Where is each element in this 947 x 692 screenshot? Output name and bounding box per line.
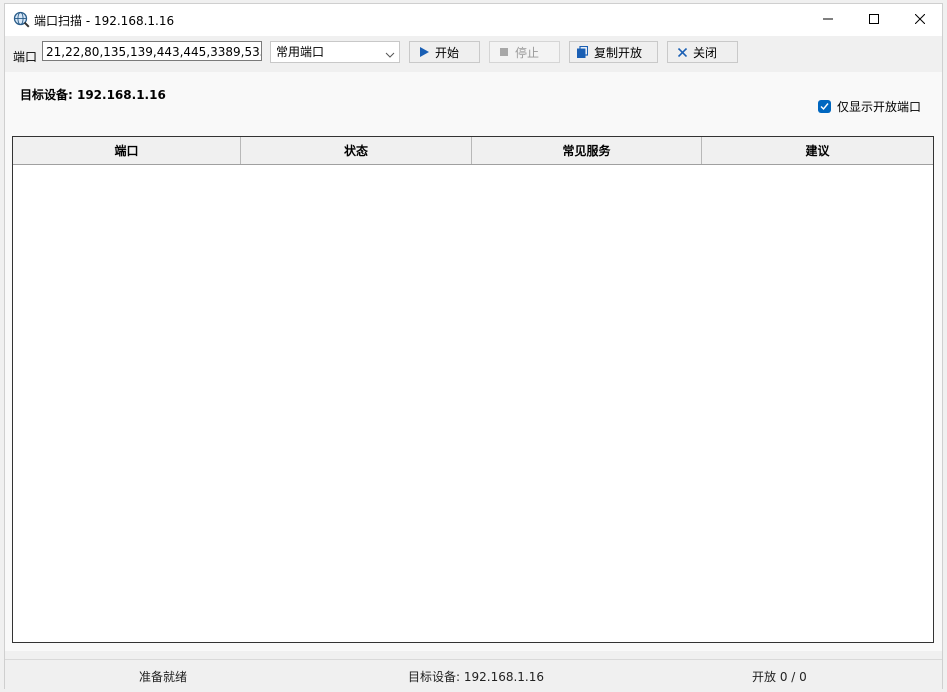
column-header-status[interactable]: 状态 bbox=[241, 137, 472, 164]
minimize-icon bbox=[823, 18, 833, 20]
title-bar: 端口扫描 - 192.168.1.16 bbox=[5, 4, 942, 36]
window-title: 端口扫描 - 192.168.1.16 bbox=[34, 14, 175, 28]
status-target: 目标设备: 192.168.1.16 bbox=[408, 670, 545, 684]
globe-magnifier-icon bbox=[13, 11, 30, 28]
play-icon bbox=[420, 47, 429, 57]
start-button[interactable]: 开始 bbox=[409, 41, 480, 63]
checkmark-icon[interactable] bbox=[818, 100, 831, 113]
port-scan-window: 端口扫描 - 192.168.1.16 端口 21,22,80,135,139,… bbox=[4, 3, 943, 690]
chevron-down-icon bbox=[385, 46, 395, 66]
status-open-count: 开放 0 / 0 bbox=[752, 670, 807, 684]
stop-label: 停止 bbox=[515, 45, 540, 60]
target-device-label: 目标设备: 192.168.1.16 bbox=[20, 88, 166, 102]
stop-icon bbox=[500, 47, 509, 57]
close-x-icon bbox=[678, 47, 687, 57]
main-content: 目标设备: 192.168.1.16 仅显示开放端口 端口 状态 常见服务 建议 bbox=[5, 72, 942, 651]
column-header-advice[interactable]: 建议 bbox=[702, 137, 933, 164]
close-label: 关闭 bbox=[693, 45, 718, 60]
copy-open-label: 复制开放 bbox=[594, 45, 643, 60]
only-open-checkbox[interactable]: 仅显示开放端口 bbox=[818, 98, 921, 115]
start-label: 开始 bbox=[435, 45, 460, 60]
results-table[interactable]: 端口 状态 常见服务 建议 bbox=[12, 136, 934, 643]
minimize-button[interactable] bbox=[805, 4, 851, 34]
status-ready: 准备就绪 bbox=[139, 670, 188, 684]
close-button[interactable]: 关闭 bbox=[667, 41, 738, 63]
status-bar: 准备就绪 目标设备: 192.168.1.16 开放 0 / 0 bbox=[5, 659, 942, 690]
column-header-service[interactable]: 常见服务 bbox=[472, 137, 702, 164]
port-input[interactable]: 21,22,80,135,139,443,445,3389,5357 bbox=[42, 41, 262, 61]
port-label: 端口 bbox=[13, 50, 38, 64]
close-icon bbox=[915, 14, 925, 24]
toolbar: 端口 21,22,80,135,139,443,445,3389,5357 常用… bbox=[5, 36, 942, 72]
column-header-port[interactable]: 端口 bbox=[13, 137, 241, 164]
maximize-button[interactable] bbox=[851, 4, 897, 34]
only-open-label: 仅显示开放端口 bbox=[837, 100, 922, 114]
maximize-icon bbox=[869, 14, 879, 24]
copy-icon bbox=[577, 46, 588, 58]
close-window-button[interactable] bbox=[897, 4, 943, 34]
port-preset-select[interactable]: 常用端口 bbox=[270, 41, 400, 63]
stop-button[interactable]: 停止 bbox=[489, 41, 560, 63]
preset-selected-value: 常用端口 bbox=[276, 45, 325, 59]
copy-open-button[interactable]: 复制开放 bbox=[569, 41, 658, 63]
table-header: 端口 状态 常见服务 建议 bbox=[13, 137, 933, 165]
